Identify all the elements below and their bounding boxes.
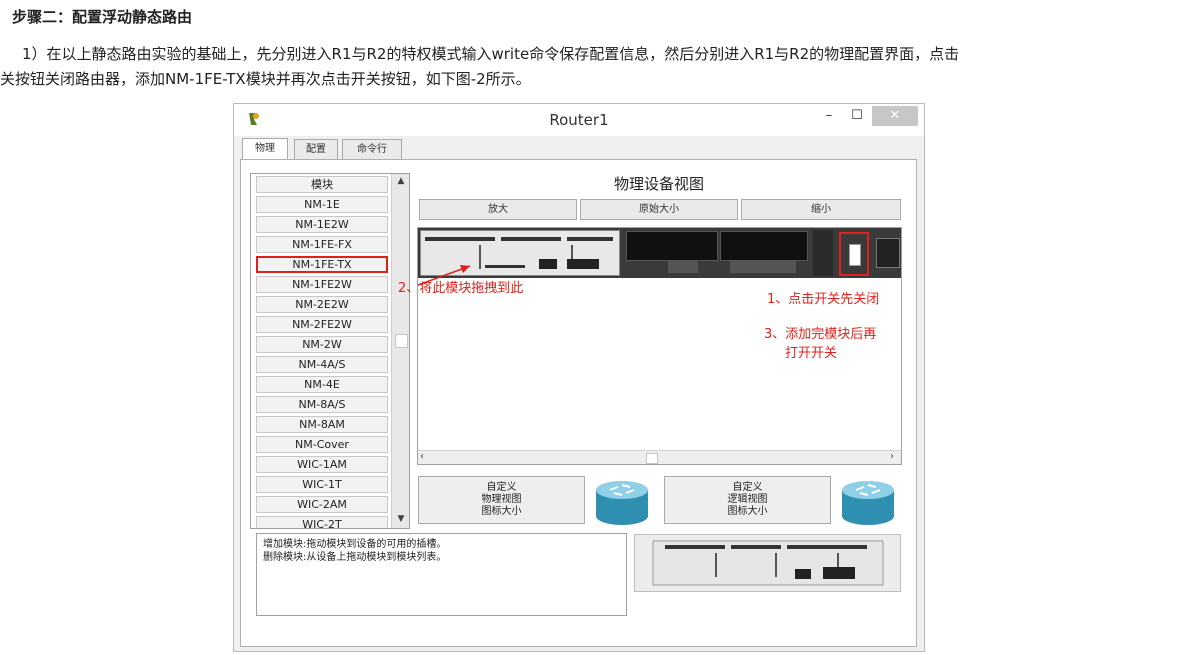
- module-list: 模块 NM-1E NM-1E2W NM-1FE-FX NM-1FE-TX NM-…: [250, 173, 410, 529]
- module-item[interactable]: NM-1FE-FX: [256, 236, 388, 253]
- zoom-in-button[interactable]: 放大: [419, 199, 577, 220]
- module-item[interactable]: NM-1FE2W: [256, 276, 388, 293]
- router-window: Router1 – ☐ ✕ 物理 配置 命令行 模块 NM-1E NM-1E2W…: [233, 103, 925, 652]
- custom-physical-icon-size-button[interactable]: 自定义 物理视图 图标大小: [418, 476, 585, 524]
- help-line: 删除模块:从设备上拖动模块到模块列表。: [263, 552, 447, 563]
- annotation-after-add-2: 打开开关: [785, 346, 838, 361]
- custom-label: 逻辑视图: [727, 494, 768, 505]
- annotation-drag: 2、将此模块拖拽到此: [398, 281, 524, 296]
- custom-label: 图标大小: [481, 506, 522, 517]
- zoom-out-button[interactable]: 缩小: [741, 199, 901, 220]
- scroll-down-icon[interactable]: ▼: [392, 514, 409, 526]
- scroll-left-icon[interactable]: ‹: [420, 451, 424, 462]
- custom-logical-icon-size-button[interactable]: 自定义 逻辑视图 图标大小: [664, 476, 831, 524]
- custom-label: 自定义: [732, 482, 763, 493]
- module-item[interactable]: WIC-2T: [256, 516, 388, 528]
- scroll-up-icon[interactable]: ▲: [392, 176, 409, 188]
- tab-physical[interactable]: 物理: [242, 138, 288, 160]
- module-item[interactable]: NM-2W: [256, 336, 388, 353]
- module-item[interactable]: NM-4E: [256, 376, 388, 393]
- module-item[interactable]: NM-2E2W: [256, 296, 388, 313]
- module-item[interactable]: NM-1E: [256, 196, 388, 213]
- scrollbar-thumb[interactable]: [646, 453, 658, 464]
- router-icon: [842, 481, 894, 525]
- help-line: 增加模块:拖动模块到设备的可用的插槽。: [263, 539, 447, 550]
- module-item[interactable]: NM-4A/S: [256, 356, 388, 373]
- help-text-box: 增加模块:拖动模块到设备的可用的插槽。 删除模块:从设备上拖动模块到模块列表。: [256, 533, 627, 616]
- instruction-line-1: 1）在以上静态路由实验的基础上，先分别进入R1与R2的特权模式输入write命令…: [22, 45, 960, 63]
- router-icon: [596, 481, 648, 525]
- scrollbar-thumb[interactable]: [395, 334, 408, 348]
- maximize-button[interactable]: ☐: [844, 106, 870, 126]
- physical-view-title: 物理设备视图: [613, 175, 704, 193]
- module-item[interactable]: NM-8A/S: [256, 396, 388, 413]
- tab-cli[interactable]: 命令行: [342, 139, 402, 159]
- module-list-header: 模块: [256, 176, 388, 193]
- custom-label: 图标大小: [727, 506, 768, 517]
- module-item[interactable]: NM-2FE2W: [256, 316, 388, 333]
- module-item[interactable]: WIC-1AM: [256, 456, 388, 473]
- annotation-power-off: 1、点击开关先关闭: [767, 292, 880, 307]
- module-item[interactable]: WIC-2AM: [256, 496, 388, 513]
- module-item[interactable]: NM-8AM: [256, 416, 388, 433]
- original-size-button[interactable]: 原始大小: [580, 199, 738, 220]
- module-item[interactable]: WIC-1T: [256, 476, 388, 493]
- annotation-after-add-1: 3、添加完模块后再: [764, 327, 877, 342]
- tab-config[interactable]: 配置: [294, 139, 338, 159]
- module-item[interactable]: NM-Cover: [256, 436, 388, 453]
- module-preview: [634, 534, 901, 592]
- device-view-scrollbar[interactable]: ‹ ›: [418, 450, 901, 464]
- custom-label: 物理视图: [481, 494, 522, 505]
- title-bar[interactable]: Router1 – ☐ ✕: [234, 104, 924, 136]
- module-list-scrollbar[interactable]: ▲ ▼: [391, 174, 409, 528]
- custom-label: 自定义: [486, 482, 517, 493]
- module-item-selected[interactable]: NM-1FE-TX: [256, 256, 388, 273]
- module-item[interactable]: NM-1E2W: [256, 216, 388, 233]
- instruction-line-2: 关按钮关闭路由器，添加NM-1FE-TX模块并再次点击开关按钮，如下图-2所示。: [0, 70, 531, 88]
- scroll-right-icon[interactable]: ›: [890, 451, 894, 462]
- page-heading: 步骤二：配置浮动静态路由: [12, 8, 193, 26]
- close-button[interactable]: ✕: [872, 106, 918, 126]
- minimize-button[interactable]: –: [816, 106, 842, 126]
